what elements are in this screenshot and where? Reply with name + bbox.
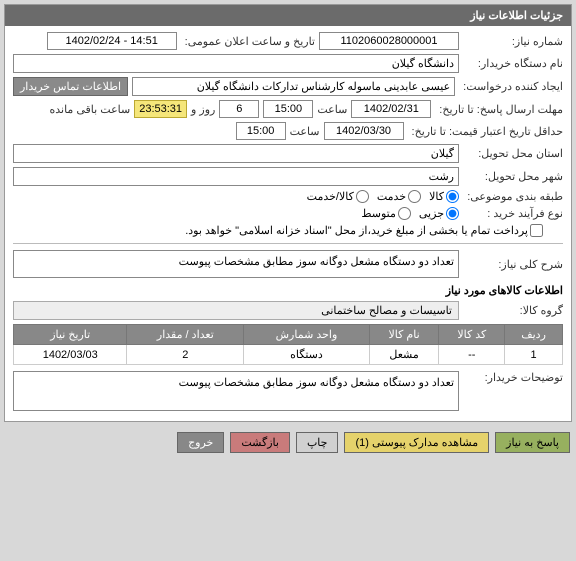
cell-qty: 2 — [127, 345, 244, 365]
creator-label: ایجاد کننده درخواست: — [459, 80, 563, 93]
items-heading: اطلاعات کالاهای مورد نیاز — [446, 284, 563, 297]
attachments-button[interactable]: مشاهده مدارک پیوستی (1) — [344, 432, 489, 453]
category-radios: کالا خدمت کالا/خدمت — [307, 190, 459, 203]
radio-medium[interactable]: متوسط — [361, 207, 411, 220]
table-row[interactable]: 1 -- مشعل دستگاه 2 1402/03/03 — [14, 345, 563, 365]
print-button[interactable]: چاپ — [296, 432, 339, 453]
pay-checkbox[interactable]: پرداخت تمام یا بخشی از مبلغ خرید،از محل … — [185, 224, 543, 237]
countdown: 23:53:31 — [134, 100, 187, 118]
radio-goods[interactable]: کالا — [429, 190, 459, 203]
radio-partial[interactable]: جزیی — [419, 207, 459, 220]
group-label: گروه کالا: — [463, 304, 563, 317]
cell-name: مشعل — [369, 345, 439, 365]
deadline-time: 15:00 — [263, 100, 313, 118]
province-label: استان محل تحویل: — [463, 147, 563, 160]
validity-time: 15:00 — [236, 122, 286, 140]
radio-both[interactable]: کالا/خدمت — [307, 190, 369, 203]
cell-unit: دستگاه — [244, 345, 370, 365]
panel-body: شماره نیاز: 1102060028000001 تاریخ و ساع… — [5, 26, 571, 421]
respond-button[interactable]: پاسخ به نیاز — [495, 432, 570, 453]
items-table: ردیف کد کالا نام کالا واحد شمارش تعداد /… — [13, 324, 563, 365]
footer-buttons: پاسخ به نیاز مشاهده مدارک پیوستی (1) چاپ… — [0, 426, 576, 459]
process-radios: جزیی متوسط — [361, 207, 459, 220]
announce-value: 1402/02/24 - 14:51 — [47, 32, 177, 50]
validity-date: 1402/03/30 — [324, 122, 404, 140]
buyer-value: دانشگاه گیلان — [13, 54, 459, 73]
category-label: طبقه بندی موضوعی: — [463, 190, 563, 203]
th-unit: واحد شمارش — [244, 325, 370, 345]
cell-date: 1402/03/03 — [14, 345, 127, 365]
summary-label: شرح کلی نیاز: — [463, 258, 563, 271]
th-row: ردیف — [505, 325, 563, 345]
days-value: 6 — [219, 100, 259, 118]
announce-label: تاریخ و ساعت اعلان عمومی: — [181, 35, 315, 48]
buyer-desc-value: تعداد دو دستگاه مشعل دوگانه سوز مطابق مش… — [13, 371, 459, 411]
th-qty: تعداد / مقدار — [127, 325, 244, 345]
time-label-2: ساعت — [290, 125, 320, 138]
th-code: کد کالا — [439, 325, 505, 345]
pay-check-group: پرداخت تمام یا بخشی از مبلغ خرید،از محل … — [185, 224, 543, 237]
time-label-1: ساعت — [317, 103, 347, 116]
city-value: رشت — [13, 167, 459, 186]
remain-label: ساعت باقی مانده — [49, 103, 130, 116]
radio-service[interactable]: خدمت — [377, 190, 421, 203]
group-value: تاسیسات و مصالح ساختمانی — [13, 301, 459, 320]
buyer-desc-label: توضیحات خریدار: — [463, 371, 563, 384]
contact-button[interactable]: اطلاعات تماس خریدار — [13, 77, 128, 96]
city-label: شهر محل تحویل: — [463, 170, 563, 183]
creator-value: عیسی عابدینی ماسوله کارشناس تدارکات دانش… — [132, 77, 455, 96]
days-label: روز و — [191, 103, 215, 116]
details-panel: جزئیات اطلاعات نیاز شماره نیاز: 11020600… — [4, 4, 572, 422]
panel-title: جزئیات اطلاعات نیاز — [5, 5, 571, 26]
province-value: گیلان — [13, 144, 459, 163]
validity-label: حداقل تاریخ اعتبار قیمت: تا تاریخ: — [408, 125, 563, 138]
need-no-value: 1102060028000001 — [319, 32, 459, 50]
cell-code: -- — [439, 345, 505, 365]
deadline-date: 1402/02/31 — [351, 100, 431, 118]
deadline-label: مهلت ارسال پاسخ: تا تاریخ: — [435, 103, 563, 116]
back-button[interactable]: بازگشت — [230, 432, 290, 453]
summary-value: تعداد دو دستگاه مشعل دوگانه سوز مطابق مش… — [13, 250, 459, 278]
th-name: نام کالا — [369, 325, 439, 345]
exit-button[interactable]: خروج — [177, 432, 224, 453]
cell-row: 1 — [505, 345, 563, 365]
process-label: نوع فرآیند خرید : — [463, 207, 563, 220]
th-date: تاریخ نیاز — [14, 325, 127, 345]
buyer-label: نام دستگاه خریدار: — [463, 57, 563, 70]
need-no-label: شماره نیاز: — [463, 35, 563, 48]
